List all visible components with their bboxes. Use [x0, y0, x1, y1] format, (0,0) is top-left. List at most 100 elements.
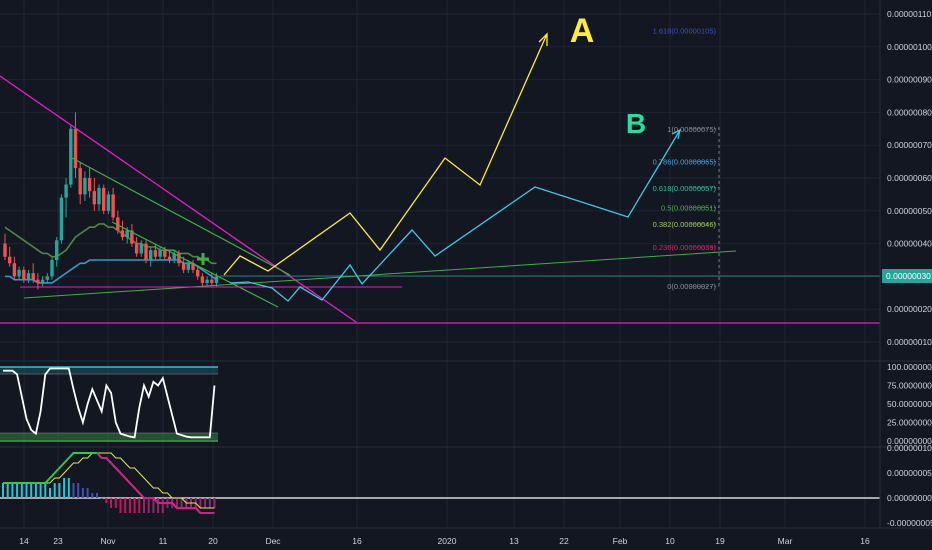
price-axis-label: 0.00000070	[887, 140, 932, 150]
candle-body	[3, 243, 7, 257]
macd-histogram-bar	[204, 498, 207, 508]
macd-histogram-bar	[72, 483, 75, 498]
candle-body	[64, 184, 68, 198]
candle-body	[73, 128, 78, 169]
macd-histogram-bar	[110, 498, 113, 508]
macd-histogram-bar	[91, 493, 94, 498]
stoch-axis-label: 75.00000000	[887, 381, 932, 391]
candle-body	[125, 230, 129, 238]
fib-level-label: 0(0.00000027)	[667, 282, 716, 291]
candle-body	[196, 269, 200, 277]
time-axis-label: 20	[208, 536, 218, 546]
stoch-axis-label: 50.00000000	[887, 399, 932, 409]
candle-body	[120, 230, 125, 238]
candle-body	[106, 194, 111, 211]
candle-body	[163, 250, 167, 257]
time-axis-label: Dec	[265, 536, 281, 546]
target-label-b: B	[626, 108, 646, 139]
candle-body	[134, 243, 139, 254]
stoch-axis-label: 25.00000000	[887, 418, 932, 428]
candle-body	[36, 279, 40, 283]
candle-body	[22, 269, 26, 280]
candle-body	[139, 243, 143, 254]
fib-level-label: 0.382(0.00000046)	[653, 220, 717, 229]
chart-background	[0, 0, 932, 550]
macd-histogram-bar	[100, 498, 103, 499]
candle-body	[87, 178, 92, 192]
time-axis-label: 11	[159, 536, 168, 546]
fib-level-label: 1.618(0.00000105)	[653, 26, 717, 35]
macd-histogram-bar	[2, 483, 4, 498]
candle-body	[167, 256, 172, 260]
time-axis-label: 16	[352, 536, 362, 546]
macd-histogram-bar	[138, 498, 141, 513]
macd-histogram-bar	[25, 483, 28, 498]
price-axis-label: 0.00000040	[887, 239, 932, 249]
macd-histogram-bar	[30, 483, 33, 498]
candle-body	[205, 279, 209, 283]
candle-body	[40, 279, 45, 283]
candle-body	[31, 273, 35, 280]
macd-axis-label: 0.00000000	[887, 493, 932, 503]
stoch-overbought-band	[0, 367, 218, 374]
price-axis-label: 0.00000080	[887, 107, 932, 117]
candle-body	[102, 187, 106, 211]
time-axis-label: 13	[509, 536, 519, 546]
candle-body	[210, 279, 214, 283]
fib-level-label: 0.5(0.00000051)	[661, 204, 717, 213]
macd-histogram-bar	[124, 498, 127, 513]
macd-histogram-bar	[11, 483, 14, 498]
candle-body	[158, 250, 162, 257]
candle-body	[181, 263, 186, 270]
candle-body	[83, 178, 87, 195]
macd-histogram-bar	[199, 498, 202, 508]
candle-body	[69, 128, 73, 185]
price-axis-label: 0.00000010	[887, 337, 932, 347]
price-axis-label: 0.00000090	[887, 75, 932, 85]
time-axis-label: Feb	[613, 536, 628, 546]
time-axis-label: 10	[665, 536, 675, 546]
time-axis-label: Mar	[778, 536, 793, 546]
price-axis-label: 0.00000050	[887, 206, 932, 216]
macd-histogram-bar	[114, 498, 117, 508]
candle-body	[50, 260, 54, 277]
candle-body	[177, 253, 181, 264]
fib-level-label: 0.236(0.00000039)	[653, 243, 717, 252]
macd-histogram-bar	[81, 488, 84, 498]
time-axis-label: 2020	[438, 536, 457, 546]
price-axis-label: 0.00000020	[887, 304, 932, 314]
candle-body	[59, 197, 64, 241]
macd-histogram-bar	[53, 483, 56, 498]
current-price-label: 0.00000030	[886, 271, 931, 281]
macd-axis-label: 0.00000010	[887, 443, 932, 453]
candle-body	[153, 250, 158, 257]
candle-body	[26, 273, 31, 280]
candle-body	[97, 187, 101, 205]
candle-body	[200, 276, 205, 283]
price-axis-label: 0.00000100	[887, 42, 932, 52]
candle-body	[186, 263, 190, 270]
candle-body	[17, 269, 21, 277]
macd-histogram-bar	[147, 498, 150, 513]
macd-histogram-bar	[16, 483, 19, 498]
macd-histogram-bar	[39, 483, 42, 498]
candle-body	[12, 263, 17, 277]
candle-body	[45, 276, 49, 280]
time-axis-label: 23	[53, 536, 63, 546]
macd-histogram-bar	[6, 483, 9, 498]
macd-axis-label: 0.00000005	[887, 468, 932, 478]
fib-level-label: 0.618(0.00000057)	[653, 184, 717, 193]
macd-histogram-bar	[208, 498, 211, 508]
macd-histogram-bar	[119, 498, 122, 513]
macd-histogram-bar	[157, 498, 160, 513]
macd-histogram-bar	[20, 483, 23, 498]
macd-histogram-bar	[44, 483, 47, 498]
macd-histogram-bar	[105, 498, 108, 503]
macd-histogram-bar	[67, 478, 70, 498]
trading-chart[interactable]: 1.618(0.00000105)1(0.00000075)0.786(0.00…	[0, 0, 932, 550]
macd-histogram-bar	[58, 483, 61, 498]
price-axis-label: 0.00000110	[887, 9, 932, 19]
candle-body	[8, 256, 12, 264]
macd-histogram-bar	[161, 498, 164, 513]
macd-histogram-bar	[152, 498, 155, 513]
